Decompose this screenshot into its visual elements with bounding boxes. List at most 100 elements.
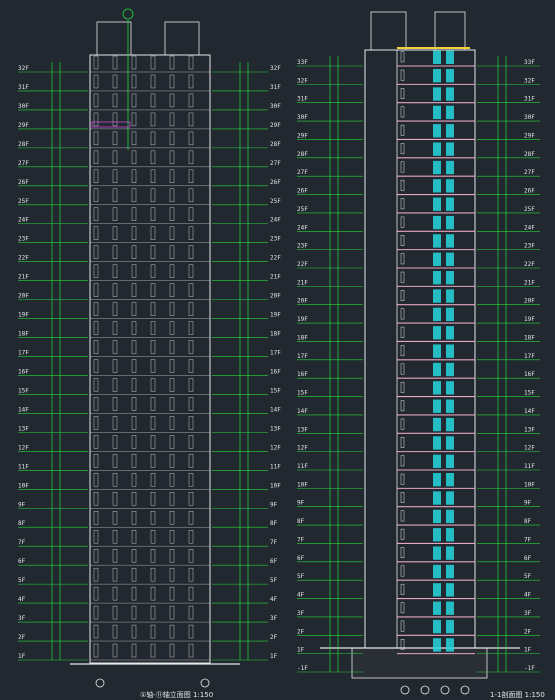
right-floor-label: 28F <box>297 151 308 158</box>
left-floor-label: 7F <box>18 539 26 546</box>
left-floor-label: 29F <box>18 122 29 129</box>
right-floor-label-right: 18F <box>524 334 535 341</box>
right-floor-label-right: 23F <box>524 243 535 250</box>
left-floor-label: 6F <box>18 558 26 565</box>
right-floor-label: 16F <box>297 371 308 378</box>
left-floor-label-right: 9F <box>270 501 278 508</box>
right-floor-label-right: 16F <box>524 371 535 378</box>
right-floor-label: 33F <box>297 59 308 66</box>
left-floor-label-right: 1F <box>270 653 278 660</box>
right-floor-label-right: 5F <box>524 573 532 580</box>
left-floor-label: 24F <box>18 217 29 224</box>
right-floor-label: 11F <box>297 463 308 470</box>
left-floor-label-right: 29F <box>270 122 281 129</box>
left-floor-label-right: 15F <box>270 387 281 394</box>
left-floor-label: 32F <box>18 65 29 72</box>
right-section-title: 1-1剖面图 1:150 <box>490 690 545 699</box>
right-floor-label: 27F <box>297 169 308 176</box>
left-floor-label-right: 18F <box>270 331 281 338</box>
left-floor-label: 1F <box>18 653 26 660</box>
right-floor-label: 4F <box>297 592 305 599</box>
right-floor-label: -1F <box>297 665 308 672</box>
right-floor-label-right: 19F <box>524 316 535 323</box>
left-floor-label-right: 26F <box>270 179 281 186</box>
right-floor-label: 21F <box>297 279 308 286</box>
right-floor-label-right: 27F <box>524 169 535 176</box>
right-floor-label-right: 29F <box>524 132 535 139</box>
right-floor-label-right: 4F <box>524 592 532 599</box>
left-floor-label-right: 24F <box>270 217 281 224</box>
left-floor-label: 9F <box>18 501 26 508</box>
left-floor-label-right: 3F <box>270 615 278 622</box>
right-floor-label-right: 24F <box>524 224 535 231</box>
left-floor-label: 22F <box>18 255 29 262</box>
right-floor-label-right: 17F <box>524 353 535 360</box>
right-floor-label-right: 2F <box>524 628 532 635</box>
left-floor-label-right: 4F <box>270 596 278 603</box>
right-floor-label-right: 9F <box>524 500 532 507</box>
right-floor-label-right: 13F <box>524 426 535 433</box>
left-floor-label: 5F <box>18 577 26 584</box>
right-floor-label: 30F <box>297 114 308 121</box>
right-floor-label: 19F <box>297 316 308 323</box>
left-floor-label-right: 2F <box>270 634 278 641</box>
right-floor-label: 9F <box>297 500 305 507</box>
right-floor-label: 26F <box>297 188 308 195</box>
right-floor-label-right: 21F <box>524 279 535 286</box>
right-floor-label-right: 26F <box>524 188 535 195</box>
left-floor-label: 14F <box>18 406 29 413</box>
left-floor-label: 4F <box>18 596 26 603</box>
right-floor-label-right: 31F <box>524 96 535 103</box>
left-floor-label: 27F <box>18 160 29 167</box>
left-floor-label: 19F <box>18 312 29 319</box>
right-floor-label: 15F <box>297 390 308 397</box>
left-floor-label-right: 6F <box>270 558 278 565</box>
right-floor-label-right: 15F <box>524 390 535 397</box>
left-floor-label-right: 23F <box>270 236 281 243</box>
right-floor-label-right: 30F <box>524 114 535 121</box>
left-floor-label: 3F <box>18 615 26 622</box>
left-floor-label: 30F <box>18 103 29 110</box>
right-floor-label-right: 6F <box>524 555 532 562</box>
left-floor-label-right: 19F <box>270 312 281 319</box>
left-floor-label-right: 17F <box>270 350 281 357</box>
left-floor-label: 2F <box>18 634 26 641</box>
left-floor-label: 8F <box>18 520 26 527</box>
left-floor-label-right: 14F <box>270 406 281 413</box>
right-floor-label-right: 33F <box>524 59 535 66</box>
left-floor-label-right: 10F <box>270 482 281 489</box>
left-floor-label: 18F <box>18 331 29 338</box>
right-floor-label-right: 12F <box>524 445 535 452</box>
right-floor-label-right: 32F <box>524 77 535 84</box>
right-floor-label-right: -1F <box>524 665 535 672</box>
left-floor-label: 15F <box>18 387 29 394</box>
right-floor-label: 3F <box>297 610 305 617</box>
right-floor-label-right: 10F <box>524 481 535 488</box>
right-floor-label-right: 20F <box>524 298 535 305</box>
right-floor-label: 20F <box>297 298 308 305</box>
right-floor-label: 23F <box>297 243 308 250</box>
right-floor-label-right: 1F <box>524 647 532 654</box>
right-floor-label-right: 8F <box>524 518 532 525</box>
left-floor-label: 16F <box>18 368 29 375</box>
left-floor-label-right: 5F <box>270 577 278 584</box>
left-floor-label-right: 12F <box>270 444 281 451</box>
right-floor-label: 7F <box>297 536 305 543</box>
left-elevation-title: ①轴-⑪轴立面图 1:150 <box>140 690 213 699</box>
left-floor-label-right: 13F <box>270 425 281 432</box>
right-floor-label: 32F <box>297 77 308 84</box>
right-floor-label: 12F <box>297 445 308 452</box>
left-floor-label: 31F <box>18 84 29 91</box>
left-floor-label-right: 20F <box>270 293 281 300</box>
left-floor-label-right: 11F <box>270 463 281 470</box>
right-floor-label-right: 14F <box>524 408 535 415</box>
right-floor-label-right: 3F <box>524 610 532 617</box>
left-floor-label: 23F <box>18 236 29 243</box>
right-floor-label: 10F <box>297 481 308 488</box>
left-floor-label: 13F <box>18 425 29 432</box>
right-floor-label: 29F <box>297 132 308 139</box>
right-floor-label: 6F <box>297 555 305 562</box>
left-floor-label-right: 25F <box>270 198 281 205</box>
right-floor-label-right: 7F <box>524 536 532 543</box>
left-floor-label: 21F <box>18 274 29 281</box>
